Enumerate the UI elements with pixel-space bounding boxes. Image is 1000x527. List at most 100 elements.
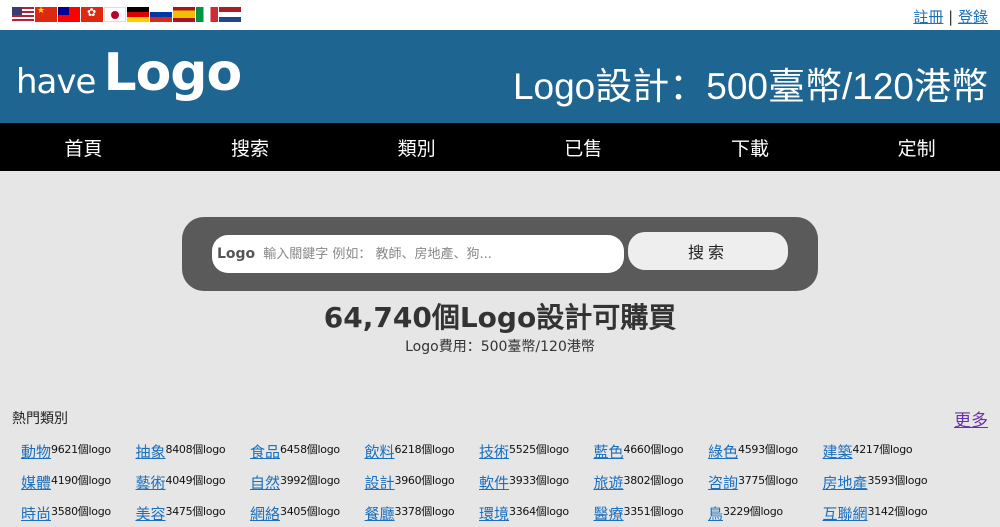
nav-item[interactable]: 已售 <box>505 134 661 161</box>
it-flag-icon[interactable] <box>196 7 218 22</box>
category-item: 食品6458個logo <box>250 441 365 465</box>
category-count: 6458個logo <box>280 443 340 456</box>
de-flag-icon[interactable] <box>127 7 149 22</box>
category-count: 3992個logo <box>280 474 340 487</box>
site-header: have Logo Logo設計：500臺幣/120港幣 <box>0 30 1000 123</box>
category-item: 設計3960個logo <box>365 472 480 496</box>
category-link[interactable]: 自然 <box>250 474 280 492</box>
category-link[interactable]: 鳥 <box>708 505 723 523</box>
category-link[interactable]: 互聯網 <box>823 505 868 523</box>
category-link[interactable]: 藍色 <box>594 443 624 461</box>
popular-categories-title: 熱門類別 <box>12 411 68 427</box>
category-item: 藝術4049個logo <box>136 472 251 496</box>
category-link[interactable]: 房地產 <box>823 474 868 492</box>
category-count: 3960個logo <box>394 474 455 487</box>
category-item: 環境3364個logo <box>479 503 594 527</box>
category-item: 藍色4660個logo <box>594 441 709 465</box>
category-item: 建築4217個logo <box>823 441 938 465</box>
nl-flag-icon[interactable] <box>219 7 241 22</box>
category-count: 4190個logo <box>51 474 111 487</box>
category-count: 3933個logo <box>509 474 569 487</box>
category-link[interactable]: 抽象 <box>136 443 166 461</box>
category-count: 8408個logo <box>165 443 226 456</box>
category-count: 5525個logo <box>509 443 569 456</box>
nav-item[interactable]: 定制 <box>839 134 995 161</box>
category-link[interactable]: 建築 <box>823 443 853 461</box>
search-panel: Logo 搜索 <box>182 217 818 291</box>
category-item: 餐廳3378個logo <box>365 503 480 527</box>
category-link[interactable]: 環境 <box>479 505 509 523</box>
category-item: 動物9621個logo <box>21 441 136 465</box>
category-link[interactable]: 時尚 <box>21 505 51 523</box>
logo-count-headline: 64,740個Logo設計可購買 <box>323 301 677 334</box>
category-link[interactable]: 技術 <box>479 443 509 461</box>
jp-flag-icon[interactable] <box>104 7 126 22</box>
ru-flag-icon[interactable] <box>150 7 172 22</box>
header-title: Logo設計：500臺幣/120港幣 <box>512 66 988 107</box>
search-button[interactable]: 搜索 <box>628 232 788 270</box>
login-link[interactable]: 登錄 <box>958 8 988 26</box>
category-count: 4660個logo <box>623 443 684 456</box>
category-item: 美容3475個logo <box>136 503 251 527</box>
us-flag-icon[interactable] <box>12 7 34 22</box>
category-item: 房地產3593個logo <box>823 472 938 496</box>
logo-have-text: have <box>16 62 96 102</box>
category-link[interactable]: 綠色 <box>708 443 738 461</box>
category-item: 互聯網3142個logo <box>823 503 938 527</box>
category-link[interactable]: 美容 <box>136 505 166 523</box>
main-nav: 首頁 搜索 類別 已售 下載 定制 <box>0 123 1000 171</box>
category-item: 技術5525個logo <box>479 441 594 465</box>
nav-item[interactable]: 搜索 <box>172 134 328 161</box>
logo-mark-text: Logo <box>103 43 242 103</box>
category-link[interactable]: 媒體 <box>21 474 51 492</box>
language-flags <box>12 7 242 22</box>
category-grid: 動物9621個logo 抽象8408個logo 食品6458個logo 飲料6218個… <box>21 441 996 527</box>
category-count: 4217個logo <box>852 443 913 456</box>
cn-flag-icon[interactable] <box>35 7 57 22</box>
category-link[interactable]: 網絡 <box>250 505 280 523</box>
category-count: 3351個logo <box>623 505 684 518</box>
nav-item[interactable]: 下載 <box>672 134 828 161</box>
site-logo[interactable]: have Logo <box>16 43 242 103</box>
category-count: 3775個logo <box>738 474 798 487</box>
category-link[interactable]: 藝術 <box>136 474 166 492</box>
category-count: 4049個logo <box>165 474 226 487</box>
register-link[interactable]: 註冊 <box>913 8 943 26</box>
category-link[interactable]: 設計 <box>365 474 395 492</box>
category-count: 3142個logo <box>867 505 928 518</box>
category-link[interactable]: 餐廳 <box>365 505 395 523</box>
category-item: 醫療3351個logo <box>594 503 709 527</box>
more-categories-link[interactable]: 更多 <box>954 406 988 431</box>
nav-item[interactable]: 類別 <box>339 134 495 161</box>
category-link[interactable]: 旅遊 <box>594 474 624 492</box>
category-link[interactable]: 飲料 <box>365 443 395 461</box>
category-item: 鳥3229個logo <box>708 503 823 527</box>
tw-flag-icon[interactable] <box>58 7 80 22</box>
category-count: 3475個logo <box>165 505 226 518</box>
search-field[interactable]: Logo <box>212 235 624 273</box>
search-logo-icon: Logo <box>217 246 256 262</box>
category-link[interactable]: 咨詢 <box>708 474 738 492</box>
category-count: 3580個logo <box>51 505 111 518</box>
category-item: 軟件3933個logo <box>479 472 594 496</box>
category-link[interactable]: 食品 <box>250 443 280 461</box>
category-count: 3802個logo <box>623 474 684 487</box>
category-item: 時尚3580個logo <box>21 503 136 527</box>
category-count: 4593個logo <box>738 443 798 456</box>
category-item: 咨詢3775個logo <box>708 472 823 496</box>
category-item: 飲料6218個logo <box>365 441 480 465</box>
category-count: 3378個logo <box>394 505 455 518</box>
category-link[interactable]: 動物 <box>21 443 51 461</box>
es-flag-icon[interactable] <box>173 7 195 22</box>
category-item: 媒體4190個logo <box>21 472 136 496</box>
search-input[interactable] <box>261 245 606 263</box>
hk-flag-icon[interactable] <box>81 7 103 22</box>
category-item: 抽象8408個logo <box>136 441 251 465</box>
category-item: 綠色4593個logo <box>708 441 823 465</box>
category-link[interactable]: 醫療 <box>594 505 624 523</box>
nav-item[interactable]: 首頁 <box>5 134 161 161</box>
category-count: 3229個logo <box>723 505 783 518</box>
category-item: 網絡3405個logo <box>250 503 365 527</box>
category-link[interactable]: 軟件 <box>479 474 509 492</box>
auth-separator: | <box>948 8 954 26</box>
